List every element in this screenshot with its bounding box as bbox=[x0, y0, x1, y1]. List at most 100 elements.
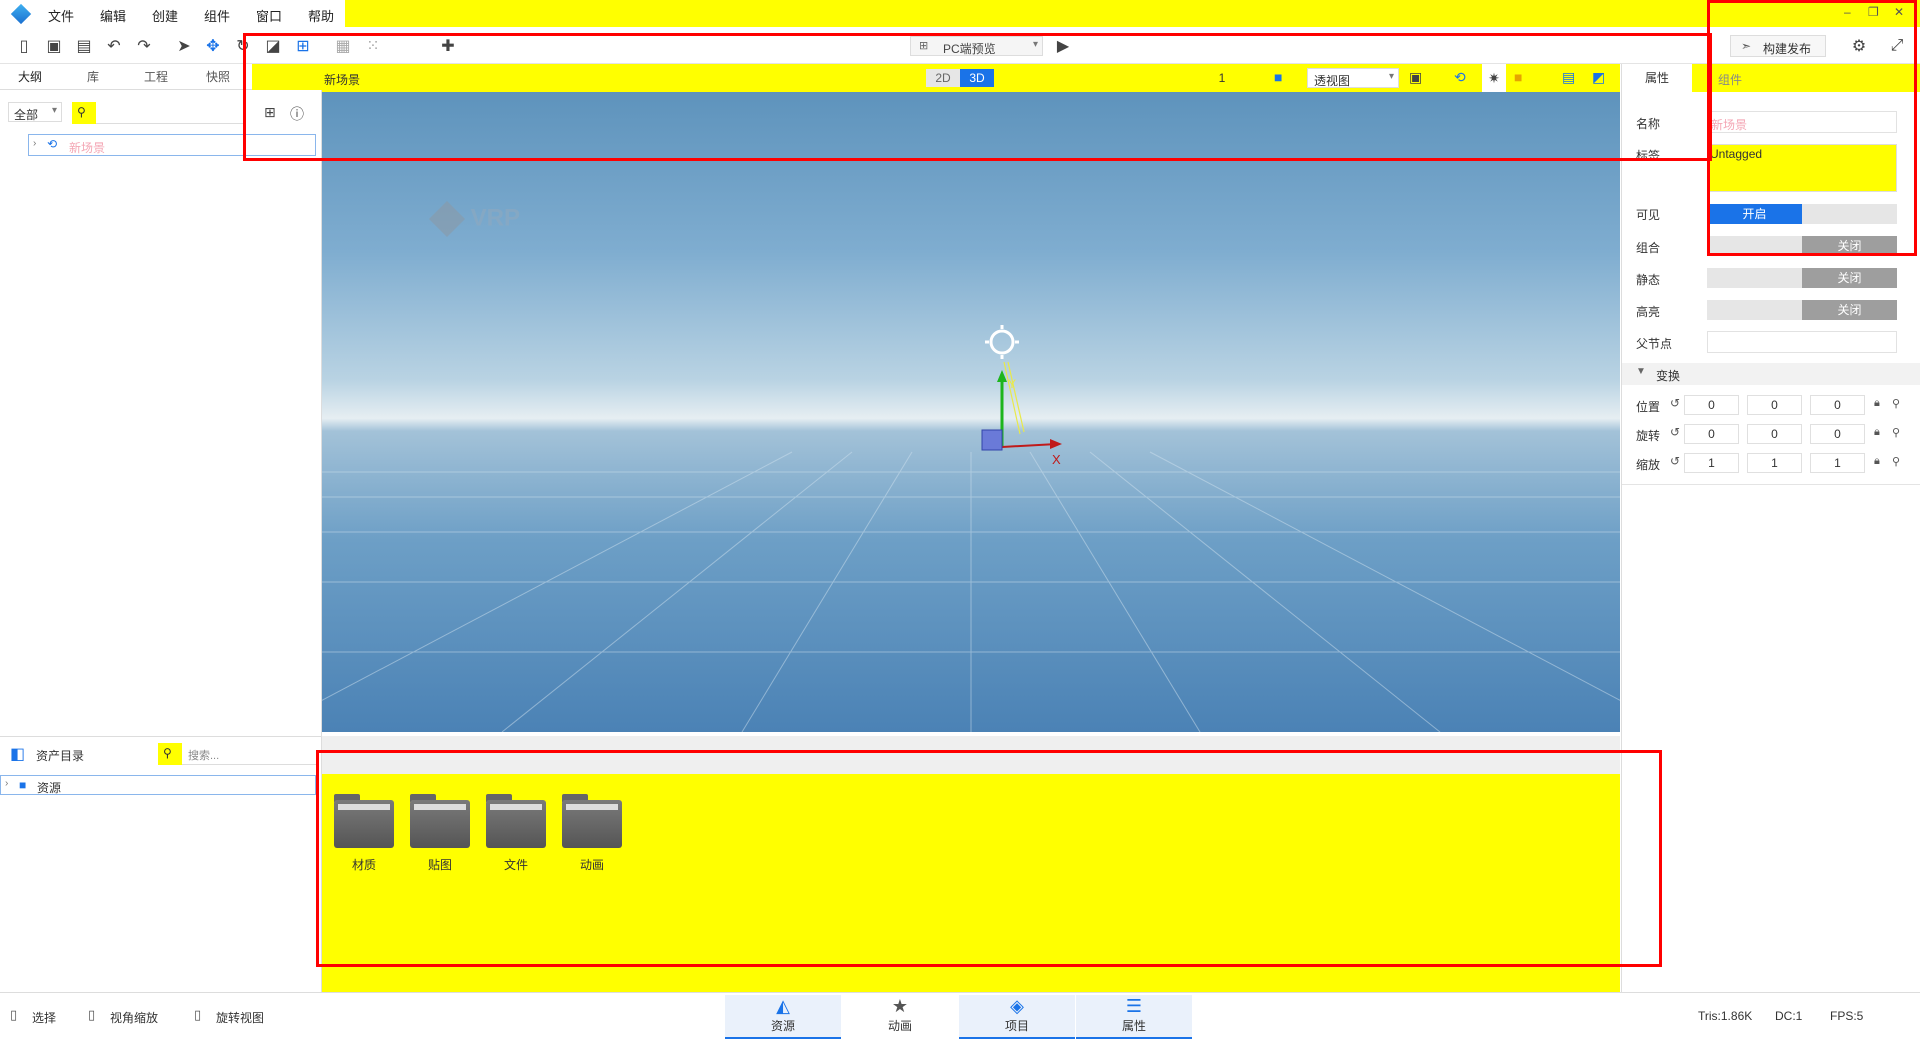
undo-icon[interactable]: ↶ bbox=[103, 35, 125, 57]
sun-icon[interactable] bbox=[985, 325, 1019, 359]
lock-icon[interactable]: 🔒︎ bbox=[1874, 397, 1880, 410]
select-tool-icon[interactable]: ➤ bbox=[173, 35, 195, 57]
scene-viewport[interactable]: VRP Y X bbox=[322, 92, 1620, 732]
reset-scale-icon[interactable]: ↺ bbox=[1670, 454, 1680, 468]
rotation-y[interactable]: 0 bbox=[1747, 424, 1802, 444]
chevron-down-icon: ▾ bbox=[51, 105, 57, 116]
scale-label: 缩放 bbox=[1636, 458, 1661, 472]
static-toggle[interactable]: 关闭 bbox=[1707, 268, 1897, 288]
asset-search-button[interactable]: ⚲ bbox=[158, 743, 182, 765]
position-y[interactable]: 0 bbox=[1747, 395, 1802, 415]
rotation-label: 旋转 bbox=[1636, 429, 1661, 443]
logo-cube-icon bbox=[428, 200, 466, 238]
status-bar: ▯ 选择 ▯ 视角缩放 ▯ 旋转视图 ◭ 资源 ★ 动画 ◈ 项目 ☰ 属性 T… bbox=[0, 992, 1920, 1040]
hint-rotate: 旋转视图 bbox=[216, 1011, 265, 1025]
bottom-tab-properties[interactable]: ☰ 属性 bbox=[1076, 995, 1192, 1039]
user-icon[interactable]: ⚲ bbox=[1892, 426, 1900, 439]
tab-library[interactable]: 库 bbox=[63, 64, 123, 90]
static-label: 静态 bbox=[1636, 273, 1661, 287]
highlight-toggle[interactable]: 关闭 bbox=[1707, 300, 1897, 320]
mouse-right-icon: ▯ bbox=[194, 1007, 202, 1022]
lock-icon[interactable]: 🔒︎ bbox=[1874, 426, 1880, 439]
asset-search-input[interactable]: 搜索... bbox=[182, 743, 318, 765]
mouse-left-icon: ▯ bbox=[10, 1007, 18, 1022]
new-file-icon[interactable]: ▯ bbox=[13, 35, 35, 57]
parent-field[interactable] bbox=[1707, 331, 1897, 353]
filter-dropdown[interactable]: 全部 ▾ bbox=[8, 102, 62, 122]
tab-snapshot[interactable]: 快照 bbox=[188, 64, 248, 90]
bottom-tab-label: 资源 bbox=[770, 1019, 795, 1033]
tab-project[interactable]: 工程 bbox=[126, 64, 186, 90]
annotation-box-toolbar bbox=[243, 33, 1712, 161]
user-icon[interactable]: ⚲ bbox=[1892, 455, 1900, 468]
search-icon: ⚲ bbox=[163, 746, 172, 760]
chevron-right-icon[interactable]: › bbox=[33, 138, 36, 149]
menu-component[interactable]: 组件 bbox=[204, 6, 230, 25]
annotation-box-assets bbox=[316, 750, 1662, 967]
asset-root-label: 资源 bbox=[37, 781, 62, 795]
app-logo-icon bbox=[10, 3, 32, 25]
reset-rotation-icon[interactable]: ↺ bbox=[1670, 425, 1680, 439]
watermark-logo: VRP bbox=[428, 200, 521, 238]
reset-position-icon[interactable]: ↺ bbox=[1670, 396, 1680, 410]
highlight-value: 关闭 bbox=[1802, 300, 1897, 320]
highlight-label: 高亮 bbox=[1636, 305, 1661, 319]
mouse-wheel-icon: ▯ bbox=[88, 1007, 96, 1022]
outline-panel: 大纲 库 工程 快照 全部 ▾ ⚲ ⊞ ⓘ › ⟲ 新场景 bbox=[0, 64, 322, 736]
bottom-tab-project[interactable]: ◈ 项目 bbox=[959, 995, 1075, 1039]
scale-x[interactable]: 1 bbox=[1684, 453, 1739, 473]
tab-outline[interactable]: 大纲 bbox=[0, 64, 60, 90]
outline-search-button[interactable]: ⚲ bbox=[72, 102, 96, 124]
fps-counter: FPS:5 bbox=[1830, 1009, 1864, 1023]
menu-window[interactable]: 窗口 bbox=[256, 6, 282, 25]
tris-count: Tris:1.86K bbox=[1698, 1009, 1753, 1023]
annotation-box-window-controls bbox=[1707, 0, 1917, 256]
bottom-tab-label: 项目 bbox=[1004, 1019, 1029, 1033]
star-icon: ★ bbox=[891, 996, 909, 1016]
menu-create[interactable]: 创建 bbox=[152, 6, 178, 25]
menu-bar-left: 文件 编辑 创建 组件 窗口 帮助 bbox=[0, 0, 345, 27]
move-tool-icon[interactable]: ✥ bbox=[202, 35, 224, 57]
plane-handle[interactable] bbox=[981, 429, 1003, 451]
asset-directory-title: 资产目录 bbox=[36, 749, 85, 763]
scale-z[interactable]: 1 bbox=[1810, 453, 1865, 473]
transform-label: 变换 bbox=[1656, 369, 1681, 383]
menu-file[interactable]: 文件 bbox=[48, 6, 74, 25]
folder-icon: ■ bbox=[19, 778, 27, 792]
transform-section-header[interactable]: ▼ 变换 bbox=[1622, 363, 1920, 385]
position-x[interactable]: 0 bbox=[1684, 395, 1739, 415]
redo-icon[interactable]: ↷ bbox=[133, 35, 155, 57]
visible-label: 可见 bbox=[1636, 208, 1661, 222]
bottom-tab-assets[interactable]: ◭ 资源 bbox=[725, 995, 841, 1039]
scene-icon: ⟲ bbox=[47, 137, 58, 151]
search-icon: ⚲ bbox=[77, 105, 86, 119]
panel-layout-icon[interactable]: ◧ bbox=[10, 744, 25, 764]
lock-icon[interactable]: 🔒︎ bbox=[1874, 455, 1880, 468]
filter-label: 全部 bbox=[14, 108, 39, 122]
hint-select: 选择 bbox=[32, 1011, 57, 1025]
watermark-text: VRP bbox=[470, 204, 521, 232]
menu-help[interactable]: 帮助 bbox=[308, 6, 334, 25]
position-z[interactable]: 0 bbox=[1810, 395, 1865, 415]
outline-search-input[interactable] bbox=[96, 102, 244, 124]
user-icon[interactable]: ⚲ bbox=[1892, 397, 1900, 410]
asset-search-placeholder: 搜索... bbox=[188, 750, 220, 762]
menu-edit[interactable]: 编辑 bbox=[100, 6, 126, 25]
asset-tree-root[interactable]: › ■ 资源 bbox=[0, 775, 316, 795]
layers-icon: ◈ bbox=[1010, 996, 1024, 1016]
save-icon[interactable]: ▣ bbox=[43, 35, 65, 57]
rotation-z[interactable]: 0 bbox=[1810, 424, 1865, 444]
chevron-right-icon[interactable]: › bbox=[5, 778, 8, 789]
divider bbox=[1622, 484, 1920, 485]
bottom-tab-label: 属性 bbox=[1121, 1019, 1146, 1033]
hint-zoom: 视角缩放 bbox=[110, 1011, 159, 1025]
tree-item-label: 新场景 bbox=[69, 141, 106, 155]
asset-tree-panel: ◧ 资产目录 ⚲ 搜索... › ■ 资源 bbox=[0, 736, 322, 992]
rotation-x[interactable]: 0 bbox=[1684, 424, 1739, 444]
bottom-tab-animation[interactable]: ★ 动画 bbox=[842, 995, 958, 1039]
gizmo-axes[interactable]: Y X bbox=[922, 322, 1062, 472]
save-as-icon[interactable]: ▤ bbox=[73, 35, 95, 57]
scale-y[interactable]: 1 bbox=[1747, 453, 1802, 473]
draw-call-count: DC:1 bbox=[1775, 1009, 1803, 1023]
position-label: 位置 bbox=[1636, 400, 1661, 414]
